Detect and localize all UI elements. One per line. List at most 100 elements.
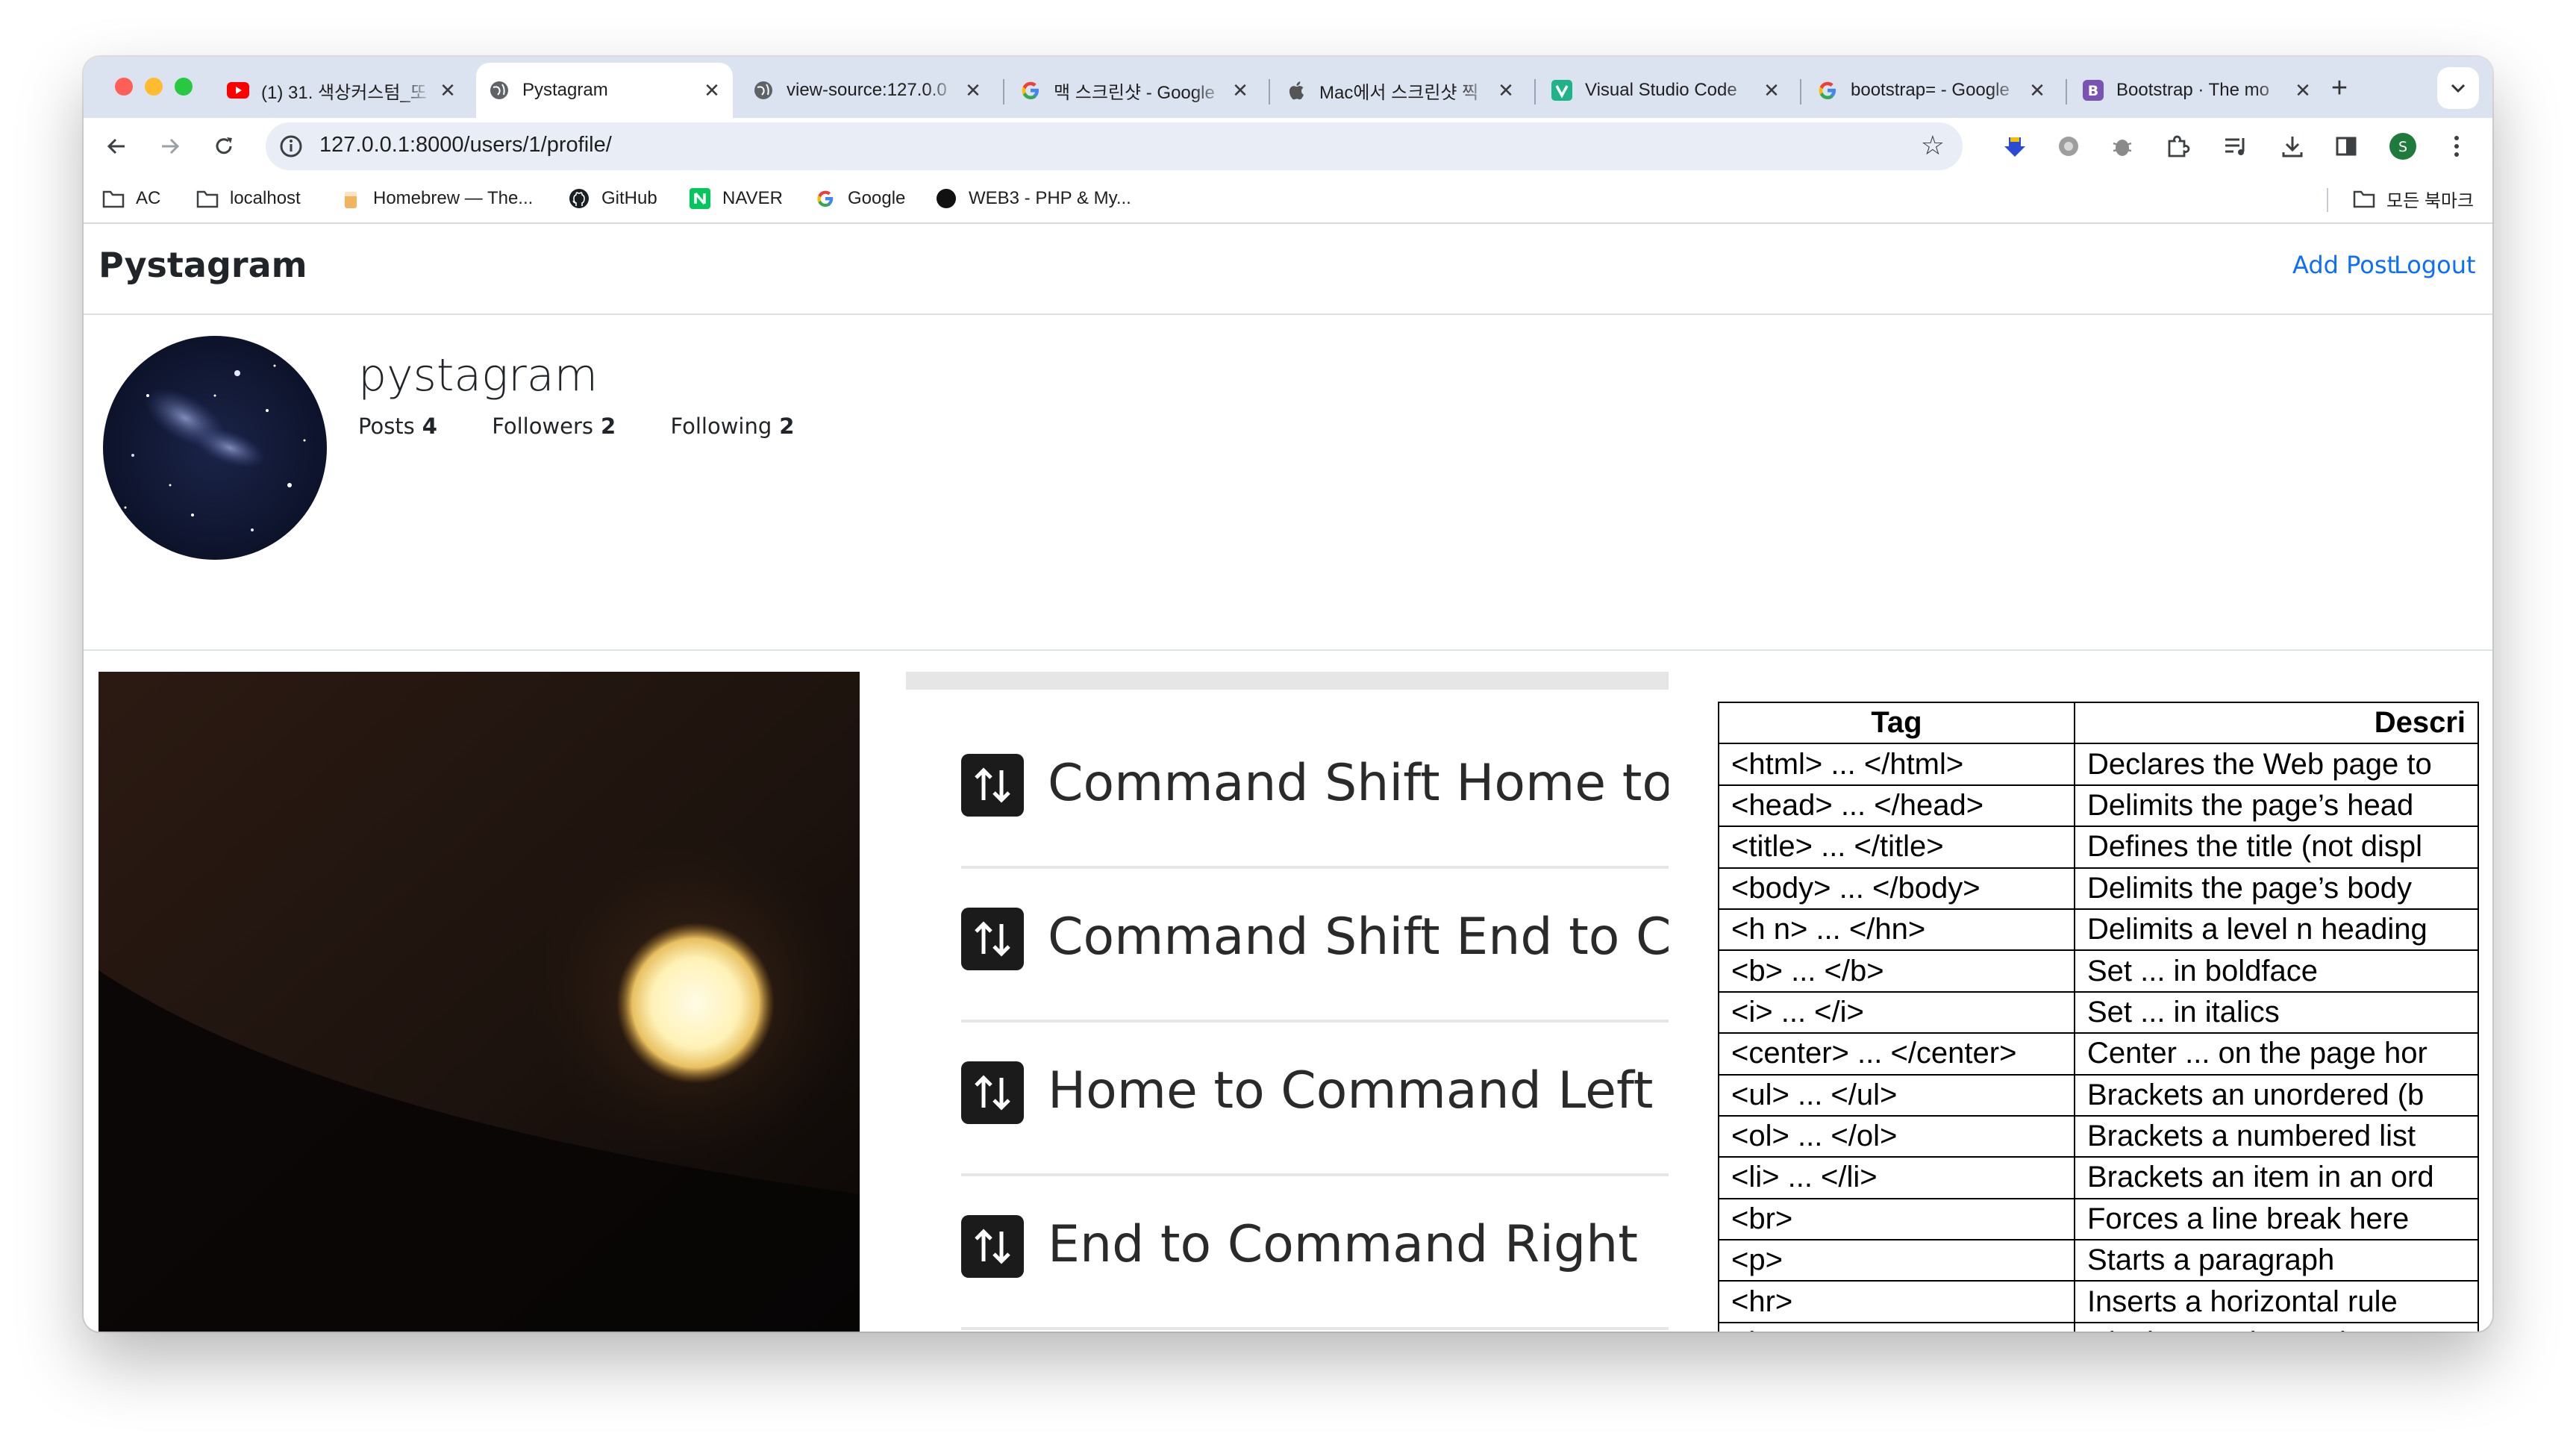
stat-label: Posts [358, 413, 415, 439]
extensions-puzzle-icon[interactable] [2163, 131, 2192, 161]
close-tab-icon[interactable]: ✕ [1492, 79, 1519, 102]
table-cell: <body> ... </body> [1718, 867, 2075, 910]
table-cell: <center> ... </center> [1718, 1032, 2075, 1076]
downloads-icon[interactable] [2278, 131, 2307, 161]
close-tab-icon[interactable]: ✕ [698, 79, 725, 102]
tab-google-bootstrap[interactable]: bootstrap= - Google ✕ [1804, 63, 2058, 118]
tab-title: Pystagram [522, 80, 608, 100]
tab-apple-screenshot[interactable]: Mac에서 스크린샷 찍 ✕ [1273, 63, 1527, 118]
table-cell: <ul> ... </ul> [1718, 1073, 2075, 1117]
stat-followers[interactable]: Followers 2 [492, 413, 616, 439]
table-row: <head> ... </head> Delimits the page’s he… [1718, 784, 2479, 828]
table-cell: Center ... on the page hor [2073, 1032, 2479, 1076]
table-row: <hr> Inserts a horizontal rule [1718, 1280, 2479, 1323]
folder-icon [101, 187, 125, 210]
zoom-window-button[interactable] [175, 78, 193, 96]
side-panel-icon[interactable] [2331, 131, 2361, 161]
table-row: <title> ... </title> Defines the title (n… [1718, 826, 2479, 869]
table-row: <b> ... </b> Set ... in boldface [1718, 949, 2479, 993]
bookmark-naver[interactable]: NAVER [688, 184, 783, 213]
table-row: <br> Forces a line break here [1718, 1197, 2479, 1241]
close-window-button[interactable] [115, 78, 133, 96]
tab-youtube[interactable]: (1) 31. 색상커스텀_또 ✕ [215, 63, 469, 118]
stat-label: Followers [492, 413, 594, 439]
post-thumbnail-shortcuts[interactable]: Command Shift Home to C Command Shift En… [906, 672, 1669, 1332]
tab-search-button[interactable] [2437, 67, 2479, 109]
site-brand[interactable]: Pystagram [99, 245, 307, 285]
table-cell: <h n> ... </hn> [1718, 908, 2075, 952]
browser-window: (1) 31. 색상커스텀_또 ✕ Pystagram ✕ view-sourc… [84, 57, 2492, 1332]
close-tab-icon[interactable]: ✕ [2024, 79, 2051, 102]
bookmark-web3[interactable]: WEB3 - PHP & My... [934, 184, 1131, 213]
all-bookmarks-folder[interactable]: 모든 북마크 [2352, 184, 2474, 213]
extension-gear-icon[interactable] [2054, 131, 2083, 161]
bootstrap-icon: B [2082, 79, 2104, 102]
post-thumbnail-html-table[interactable]: Tag Descri <html> ... </html> Declares th… [1718, 672, 2479, 1332]
tab-view-source[interactable]: view-source:127.0.0 ✕ [740, 63, 994, 118]
back-button[interactable] [99, 128, 134, 164]
google-icon [1816, 79, 1839, 102]
html-tags-table: Tag Descri <html> ... </html> Declares th… [1718, 701, 2479, 1332]
bookmark-label: Google [848, 188, 906, 208]
profile-avatar[interactable]: S [2388, 131, 2418, 161]
address-bar[interactable]: 127.0.0.1:8000/users/1/profile/ ☆ [266, 122, 1963, 170]
chevron-down-icon [2450, 78, 2466, 97]
shortcut-text: Command Shift End to Cor [1048, 908, 1669, 967]
post-thumbnail-photo[interactable] [99, 672, 860, 1332]
minimize-window-button[interactable] [145, 78, 163, 96]
table-cell: Delimits the page’s head [2073, 784, 2479, 828]
profile-initial: S [2398, 139, 2407, 155]
site-info-icon[interactable] [276, 131, 306, 161]
table-cell: Declares the Web page to [2073, 743, 2479, 786]
media-controls-icon[interactable] [2221, 131, 2251, 161]
close-tab-icon[interactable]: ✕ [960, 79, 987, 102]
bookmark-label: NAVER [722, 188, 783, 208]
table-cell: Inserts a horizontal rule [2073, 1280, 2479, 1323]
tab-vscode[interactable]: Visual Studio Code ✕ [1539, 63, 1792, 118]
bookmark-label: localhost [230, 188, 301, 208]
bookmark-label: GitHub [601, 188, 657, 208]
bookmark-star-icon[interactable]: ☆ [1921, 130, 1945, 161]
reload-button[interactable] [206, 128, 242, 164]
folder-icon [196, 187, 219, 210]
bookmarks-bar: AC localhost Homebrew — The... GitHub NA… [84, 175, 2492, 224]
tab-title: bootstrap= - Google [1851, 80, 2010, 100]
table-header-row: Tag Descri [1718, 701, 2479, 745]
shortcut-divider [961, 1327, 1669, 1330]
tab-pystagram[interactable]: Pystagram ✕ [476, 63, 733, 118]
bookmark-localhost[interactable]: localhost [196, 184, 301, 213]
close-tab-icon[interactable]: ✕ [434, 79, 461, 102]
bookmark-label: WEB3 - PHP & My... [969, 188, 1131, 208]
bookmark-google[interactable]: Google [813, 184, 905, 213]
profile-username: pystagram [358, 349, 598, 402]
extension-bug-icon[interactable] [2107, 131, 2137, 161]
table-row: <html> ... </html> Declares the Web page … [1718, 743, 2479, 786]
bookmark-ac[interactable]: AC [101, 184, 160, 213]
menu-kebab-icon[interactable] [2442, 131, 2472, 161]
logout-link[interactable]: Logout [2394, 251, 2476, 279]
table-row: <p> Starts a paragraph [1718, 1239, 2479, 1282]
table-row: <center> ... </center> Center ... on the … [1718, 1032, 2479, 1076]
bookmark-homebrew[interactable]: Homebrew — The... [339, 184, 533, 213]
bookmark-github[interactable]: GitHub [567, 184, 657, 213]
stat-following[interactable]: Following 2 [670, 413, 794, 439]
close-tab-icon[interactable]: ✕ [2289, 79, 2316, 102]
extension-download-icon[interactable] [2000, 131, 2030, 161]
tab-bootstrap[interactable]: B Bootstrap · The mo ✕ [2070, 63, 2324, 118]
svg-text:B: B [2088, 83, 2098, 99]
close-tab-icon[interactable]: ✕ [1227, 79, 1254, 102]
tab-google-search-screenshot[interactable]: 맥 스크린샷 - Google ✕ [1007, 63, 1261, 118]
table-cell: <hr> [1718, 1280, 2075, 1323]
bookmark-label: 모든 북마크 [2386, 190, 2475, 211]
table-cell: <html> ... </html> [1718, 743, 2075, 786]
forward-button[interactable] [152, 128, 188, 164]
url-text: 127.0.0.1:8000/users/1/profile/ [319, 133, 612, 157]
table-cell: <title> ... </title> [1718, 826, 2075, 869]
table-cell: Brackets an item in an ord [2073, 1156, 2479, 1199]
new-tab-button[interactable]: + [2321, 70, 2358, 107]
table-cell: <img src="..."> [1718, 1321, 2075, 1332]
stat-value: 4 [422, 413, 437, 439]
shortcut-text: Command Shift Home to C [1048, 754, 1669, 813]
close-tab-icon[interactable]: ✕ [1758, 79, 1785, 102]
add-post-link[interactable]: Add Post [2292, 251, 2396, 279]
